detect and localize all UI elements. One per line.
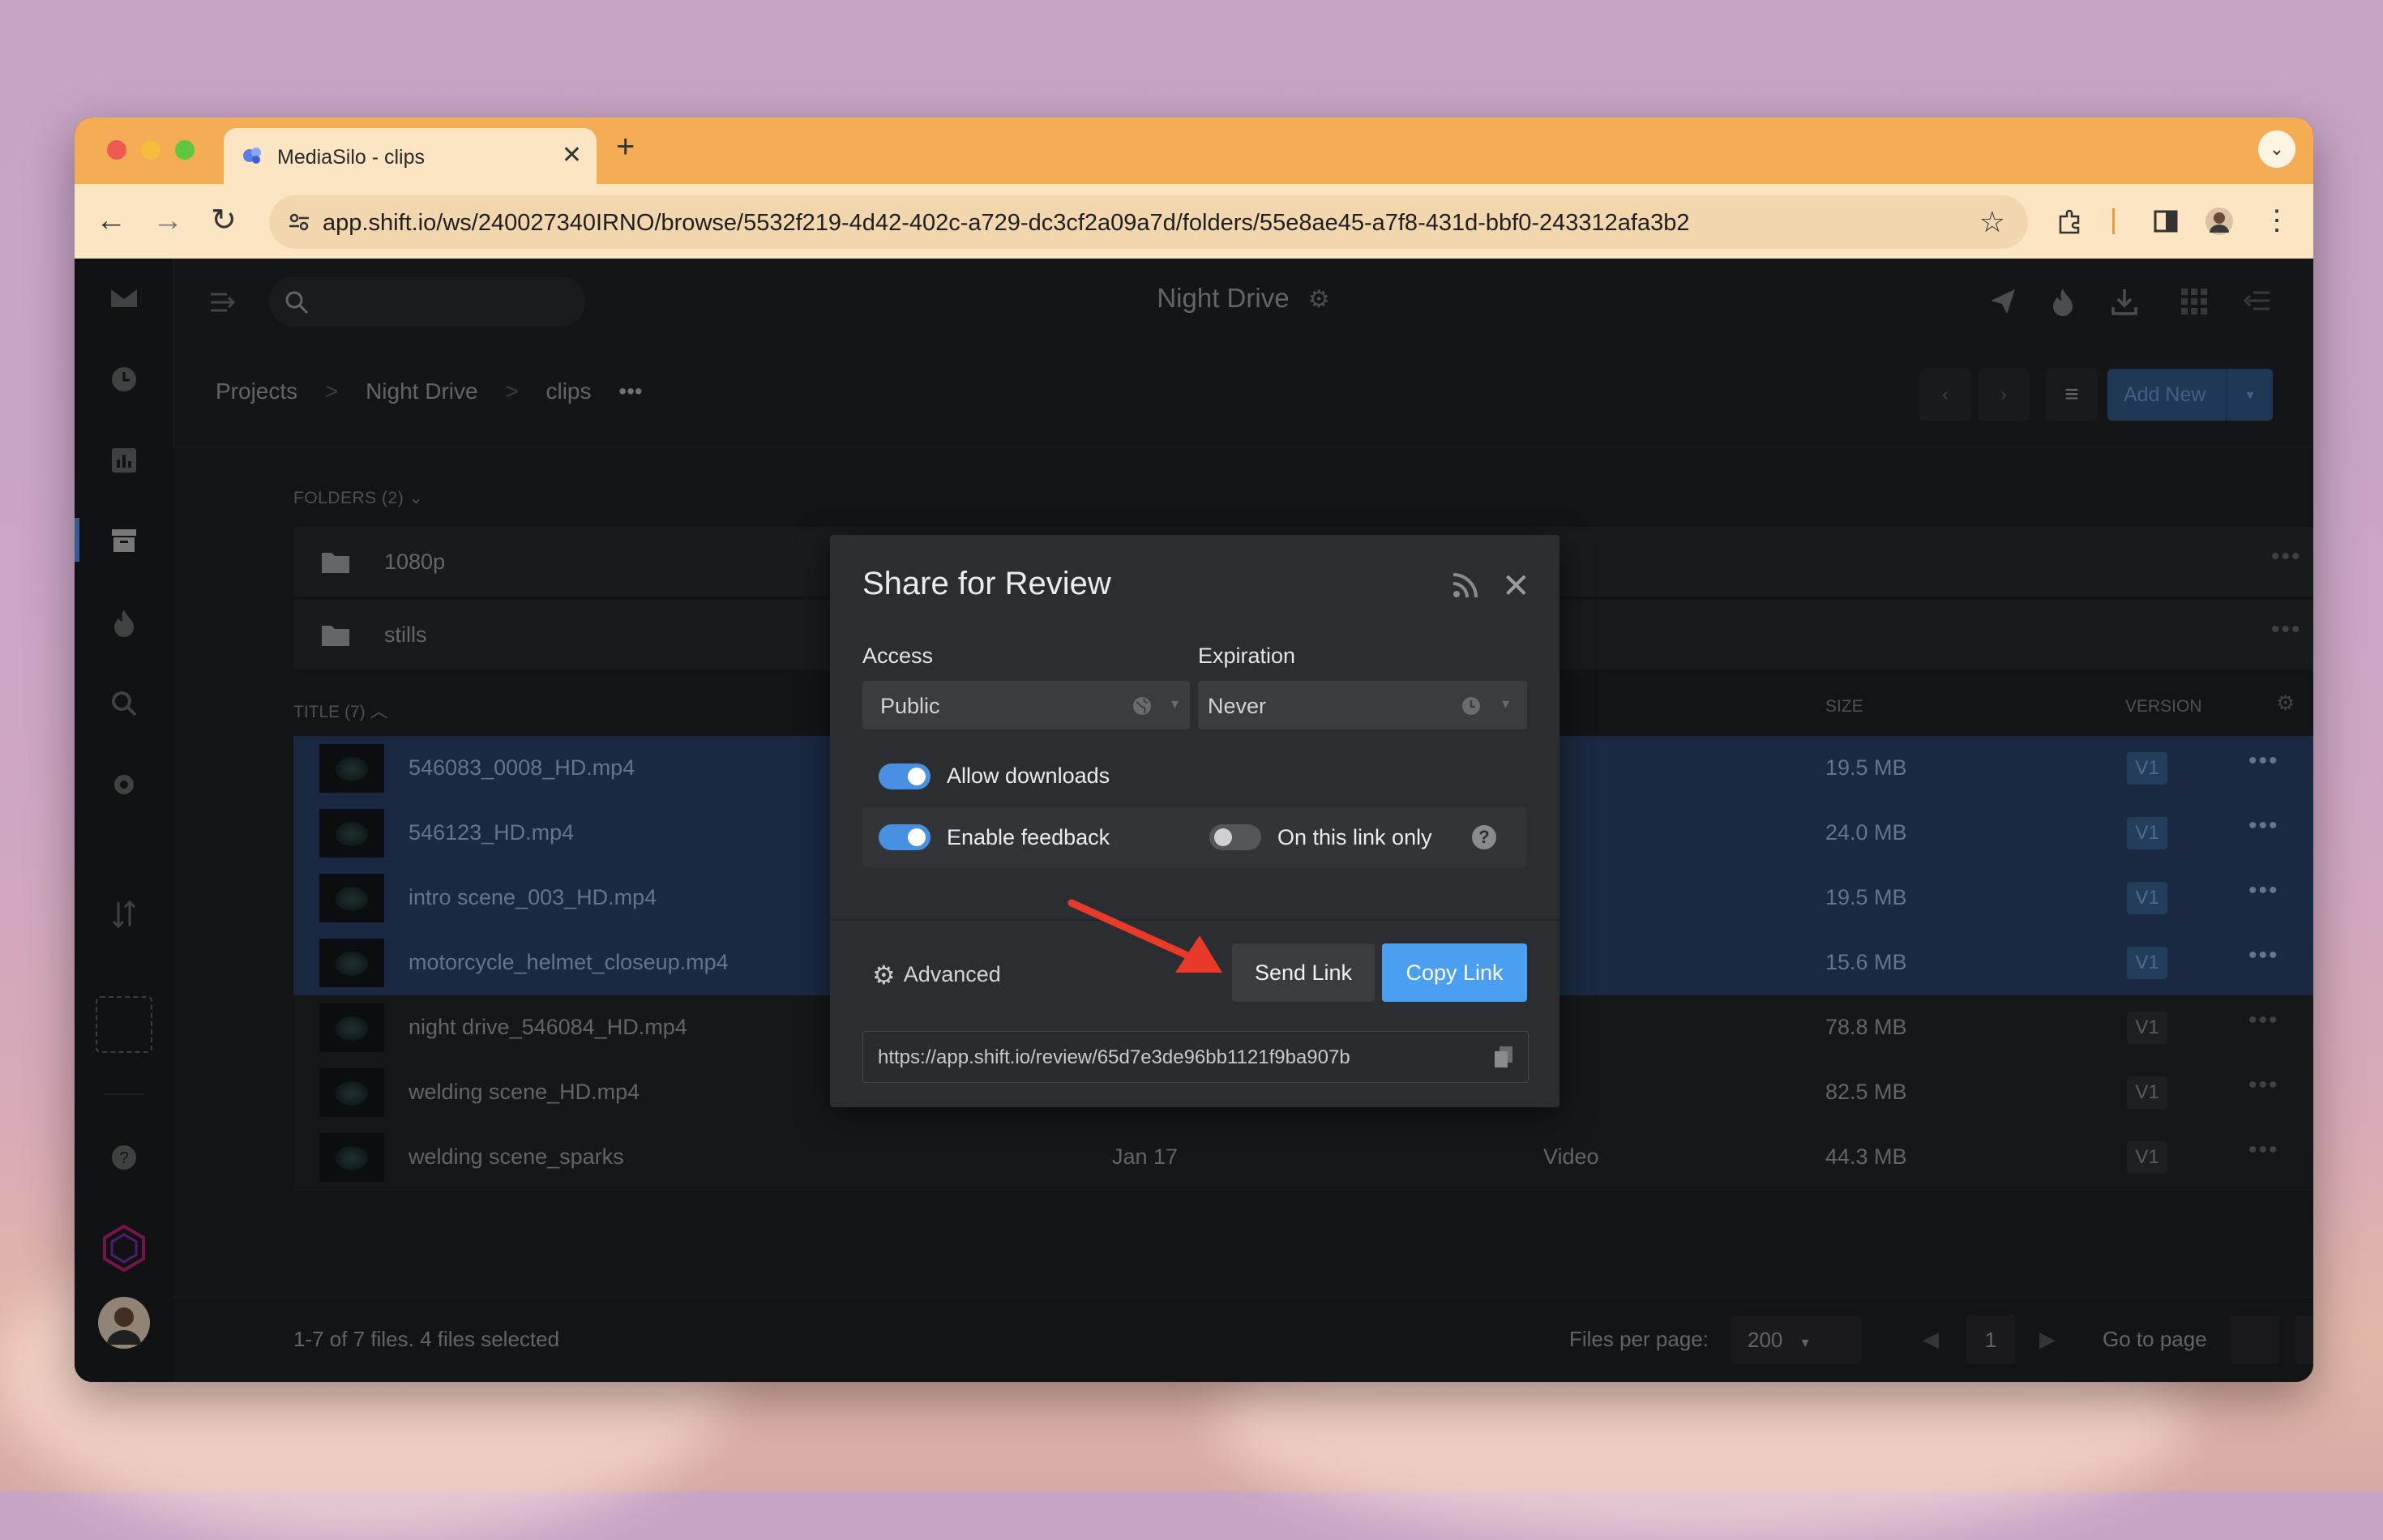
forward-icon[interactable]: → bbox=[152, 202, 183, 239]
clock-icon bbox=[1462, 697, 1480, 715]
rss-feed-icon[interactable] bbox=[1451, 571, 1480, 600]
enable-feedback-label: Enable feedback bbox=[947, 825, 1110, 849]
browser-toolbar: ← → ↻ app.shift.io/ws/240027340IRNO/brow… bbox=[75, 184, 2313, 259]
send-link-button[interactable]: Send Link bbox=[1232, 943, 1375, 1002]
minimize-window-button[interactable] bbox=[141, 140, 160, 160]
link-only-label: On this link only bbox=[1277, 825, 1432, 849]
toolbar-divider bbox=[2112, 208, 2115, 234]
copy-clipboard-icon[interactable] bbox=[1492, 1045, 1515, 1069]
gear-icon: ⚙ bbox=[872, 960, 896, 990]
advanced-label: Advanced bbox=[903, 962, 1001, 986]
link-only-toggle[interactable] bbox=[1209, 824, 1261, 850]
chevron-down-icon: ▾ bbox=[1170, 695, 1179, 712]
mediasilo-favicon-icon bbox=[243, 148, 261, 164]
tab-search-chevron-icon[interactable]: ⌄ bbox=[2258, 130, 2295, 168]
copy-link-button[interactable]: Copy Link bbox=[1382, 943, 1527, 1002]
tab-title: MediaSilo - clips bbox=[277, 146, 426, 169]
chevron-down-icon: ▾ bbox=[1501, 695, 1509, 712]
side-panel-icon[interactable] bbox=[2151, 207, 2180, 236]
expiration-label: Expiration bbox=[1198, 644, 1296, 668]
access-label: Access bbox=[862, 644, 934, 668]
reload-icon[interactable]: ↻ bbox=[211, 202, 237, 239]
access-value: Public bbox=[880, 694, 940, 718]
enable-feedback-toggle[interactable] bbox=[879, 824, 931, 850]
url-text[interactable]: app.shift.io/ws/240027340IRNO/browse/553… bbox=[323, 210, 1689, 237]
annotation-arrow-icon bbox=[1067, 899, 1222, 973]
advanced-button[interactable]: ⚙ Advanced bbox=[872, 960, 1001, 990]
maximize-window-button[interactable] bbox=[175, 140, 195, 160]
tab-bar: MediaSilo - clips ✕ + ⌄ bbox=[75, 118, 2313, 184]
close-window-button[interactable] bbox=[107, 140, 126, 160]
bookmark-star-icon[interactable]: ☆ bbox=[1979, 205, 2005, 239]
access-select[interactable]: Public ▾ bbox=[862, 681, 1190, 729]
share-link-field[interactable]: https://app.shift.io/review/65d7e3de96bb… bbox=[862, 1031, 1529, 1083]
new-tab-button[interactable]: + bbox=[616, 129, 635, 165]
close-icon[interactable]: ✕ bbox=[1502, 566, 1530, 605]
share-for-review-dialog: Share for Review ✕ Access Public ▾ Expir… bbox=[830, 535, 1559, 1107]
browser-tab[interactable]: MediaSilo - clips ✕ bbox=[224, 128, 597, 184]
back-icon[interactable]: ← bbox=[96, 202, 126, 239]
dialog-title: Share for Review bbox=[862, 566, 1111, 601]
profile-avatar[interactable] bbox=[2205, 207, 2234, 236]
extensions-icon[interactable] bbox=[2056, 207, 2085, 236]
site-settings-icon[interactable] bbox=[287, 210, 311, 234]
globe-icon bbox=[1133, 697, 1151, 715]
address-bar[interactable]: app.shift.io/ws/240027340IRNO/browse/553… bbox=[269, 195, 2028, 249]
allow-downloads-label: Allow downloads bbox=[947, 764, 1110, 788]
expiration-select[interactable]: Never ▾ bbox=[1198, 681, 1527, 729]
expiration-value: Never bbox=[1208, 694, 1267, 718]
allow-downloads-toggle[interactable] bbox=[879, 764, 931, 789]
share-link-value[interactable]: https://app.shift.io/review/65d7e3de96bb… bbox=[878, 1046, 1350, 1069]
tab-close-icon[interactable]: ✕ bbox=[562, 141, 582, 169]
feedback-row: Enable feedback On this link only ? bbox=[862, 807, 1527, 867]
browser-menu-icon[interactable]: ⋮ bbox=[2263, 202, 2291, 239]
help-icon[interactable]: ? bbox=[1472, 825, 1496, 849]
